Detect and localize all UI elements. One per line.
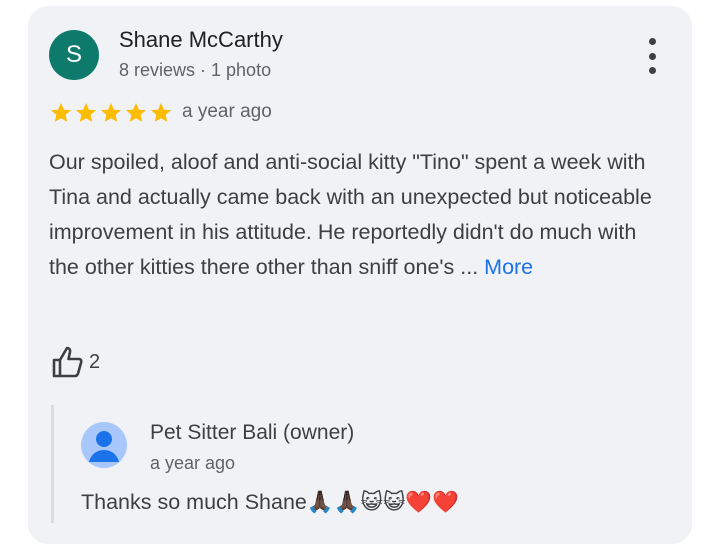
reviewer-avatar[interactable]: S <box>49 30 99 80</box>
review-body: Our spoiled, aloof and anti-social kitty… <box>49 150 652 279</box>
reviewer-avatar-letter: S <box>65 41 82 68</box>
star-icon <box>51 103 71 122</box>
owner-reply-text: Thanks so much Shane🙏🏿🙏🏿😺😺❤️❤️ <box>81 490 459 514</box>
star-icon <box>126 103 146 122</box>
reviewer-meta: 8 reviews · 1 photo <box>119 60 272 80</box>
review-text: Our spoiled, aloof and anti-social kitty… <box>49 145 669 285</box>
star-icon <box>151 103 171 122</box>
like-count: 2 <box>89 350 101 373</box>
like-button[interactable]: 2 <box>51 345 100 379</box>
owner-name[interactable]: Pet Sitter Bali (owner) <box>150 421 354 445</box>
more-vert-icon[interactable] <box>640 38 664 74</box>
person-icon[interactable] <box>81 422 127 468</box>
star-rating <box>49 101 173 125</box>
owner-reply-time: a year ago <box>150 453 236 473</box>
reply-divider <box>51 405 54 523</box>
reviewer-name[interactable]: Shane McCarthy <box>119 27 283 53</box>
more-link[interactable]: More <box>484 255 533 279</box>
review-time: a year ago <box>182 101 272 122</box>
thumb-up-icon <box>52 346 83 378</box>
star-icon <box>101 103 121 122</box>
star-icon <box>76 103 96 122</box>
